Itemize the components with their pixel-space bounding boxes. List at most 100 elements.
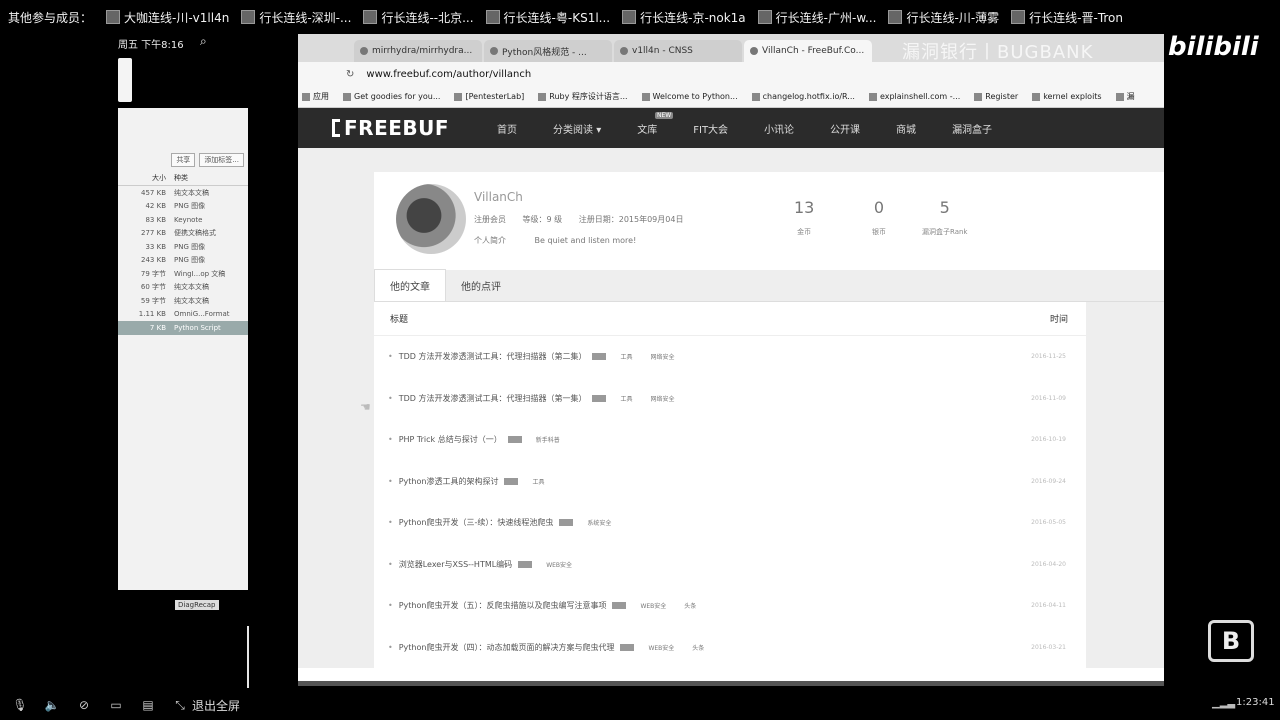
participant[interactable]: 行长连线-川-薄雾 xyxy=(888,9,999,26)
participant[interactable]: 行长连线-广州-w... xyxy=(757,9,876,26)
bookmark-item[interactable]: [PentesterLab] xyxy=(454,92,524,101)
bookmark-item[interactable]: Welcome to Python... xyxy=(641,92,738,101)
article-tag[interactable]: 网络安全 xyxy=(650,352,674,361)
bookmark-item[interactable]: 应用 xyxy=(302,91,329,102)
nav-vulbox[interactable]: 漏洞盒子 xyxy=(952,121,992,136)
tab-label: Python风格规范 - ... xyxy=(502,47,587,58)
bookmark-icon xyxy=(751,92,760,101)
file-row[interactable]: 243 KB PNG 图像 xyxy=(118,254,248,268)
nav-forum[interactable]: 小讯论 xyxy=(764,121,794,136)
article-title[interactable]: Python爬虫开发（四）：动态加载页面的解决方案与爬虫代理 xyxy=(399,642,615,653)
camera-off-icon[interactable]: ⊘ xyxy=(76,697,92,713)
participant[interactable]: 行长连线-晋-Tron xyxy=(1011,9,1123,26)
address-bar[interactable]: ↻ www.freebuf.com/author/villanch xyxy=(298,62,1164,86)
mic-off-icon[interactable]: 🎙 xyxy=(12,697,28,713)
nav-courses[interactable]: 公开课 xyxy=(830,121,860,136)
browser-tab[interactable]: v1ll4n - CNSS xyxy=(614,40,742,62)
browser-tab-active[interactable]: VillanCh - FreeBuf.Co... xyxy=(744,40,872,62)
search-icon[interactable]: ⌕ xyxy=(200,34,207,49)
tab-comments[interactable]: 他的点评 xyxy=(446,270,516,301)
file-row[interactable]: 1.11 KB OmniG...Format xyxy=(118,308,248,322)
article-tag[interactable]: WEB安全 xyxy=(640,601,666,610)
article-tag[interactable]: WEB安全 xyxy=(546,560,572,569)
bookmark-item[interactable]: Ruby 程序设计语言... xyxy=(538,91,628,102)
horizontal-scrollbar[interactable] xyxy=(298,681,1164,686)
article-tag[interactable]: 头条 xyxy=(684,601,696,610)
participant-avatar xyxy=(363,10,378,24)
nav-library[interactable]: 文库 NEW xyxy=(637,111,674,136)
bookmark-item[interactable]: Register xyxy=(974,92,1018,101)
list-item: • PHP Trick 总结与探讨（一） 新手科普 2016-10-19 xyxy=(374,419,1086,461)
browser-tab[interactable]: Python风格规范 - ... xyxy=(484,40,612,62)
article-tag[interactable]: 工具 xyxy=(532,477,544,486)
file-chip[interactable]: DiagRecap xyxy=(175,600,219,610)
file-row[interactable]: 59 字节 纯文本文稿 xyxy=(118,294,248,308)
file-row[interactable]: 33 KB PNG 图像 xyxy=(118,240,248,254)
browser-tab[interactable]: mirrhydra/mirrhydra... xyxy=(354,40,482,62)
reload-icon[interactable]: ↻ xyxy=(346,69,354,80)
add-tag-button[interactable]: 添加标签... xyxy=(199,153,244,167)
article-tag[interactable]: 工具 xyxy=(620,352,632,361)
participant[interactable]: 行长连线-粤-KS1l... xyxy=(485,9,610,26)
file-kind: 纯文本文稿 xyxy=(174,296,209,305)
file-row[interactable]: 60 字节 纯文本文稿 xyxy=(118,281,248,295)
file-row[interactable]: 83 KB Keynote xyxy=(118,213,248,227)
bugbank-logo: B xyxy=(1208,620,1254,662)
freebuf-logo[interactable]: FREEBUF xyxy=(332,116,449,140)
file-row[interactable]: 42 KB PNG 图像 xyxy=(118,200,248,214)
participant[interactable]: 行长连线-深圳-... xyxy=(241,9,351,26)
bookmark-item[interactable]: Get goodies for you... xyxy=(343,92,440,101)
file-row-selected[interactable]: 7 KB Python Script xyxy=(118,321,248,335)
participant[interactable]: 行长连线--北京... xyxy=(363,9,474,26)
participant[interactable]: 行长连线-京-nok1a xyxy=(622,9,746,26)
article-title[interactable]: Python爬虫开发（五）：反爬虫措施以及爬虫编写注意事项 xyxy=(399,600,607,611)
article-tag[interactable]: 网络安全 xyxy=(650,394,674,403)
nav-fit[interactable]: FIT大会 xyxy=(693,121,728,136)
article-title[interactable]: Python渗透工具的架构探讨 xyxy=(399,476,499,487)
page-icon xyxy=(620,47,628,55)
bookmark-label: Ruby 程序设计语言... xyxy=(549,92,628,101)
tab-label: v1ll4n - CNSS xyxy=(632,46,693,56)
file-row[interactable]: 277 KB 便携文稿格式 xyxy=(118,227,248,241)
lock-icon xyxy=(507,436,522,444)
bottom-toolbar: 🎙 🔈 ⊘ ▭ ▤ ⤡ 退出全屏 xyxy=(0,690,1280,720)
article-tag[interactable]: 系统安全 xyxy=(587,518,611,527)
lock-icon xyxy=(504,477,519,485)
tab-label: mirrhydra/mirrhydra... xyxy=(372,46,473,56)
nav-shop[interactable]: 商城 xyxy=(896,121,916,136)
article-title[interactable]: TDD 方法开发渗透测试工具：代理扫描器（第一集） xyxy=(399,393,587,404)
size-column-header[interactable]: 大小 xyxy=(122,173,166,183)
file-row[interactable]: 457 KB 纯文本文稿 xyxy=(118,186,248,200)
article-tag[interactable]: 工具 xyxy=(620,394,632,403)
avatar[interactable] xyxy=(396,184,466,254)
new-badge: NEW xyxy=(655,111,674,119)
bookmark-item[interactable]: changelog.hotfix.io/R... xyxy=(751,92,855,101)
speaker-icon[interactable]: 🔈 xyxy=(44,697,60,713)
file-kind: OmniG...Format xyxy=(174,310,230,319)
bookmark-item[interactable]: explainshell.com -... xyxy=(868,92,960,101)
article-tag[interactable]: 新手科普 xyxy=(536,435,560,444)
exit-fullscreen-button[interactable]: ⤡ 退出全屏 xyxy=(172,697,240,714)
article-tag[interactable]: WEB安全 xyxy=(648,643,674,652)
article-tag[interactable]: 头条 xyxy=(692,643,704,652)
article-title[interactable]: 浏览器Lexer与XSS--HTML编码 xyxy=(399,559,512,570)
bookmark-item[interactable]: 漏 xyxy=(1115,91,1135,102)
bookmark-label: Welcome to Python... xyxy=(652,92,738,101)
screen-share-icon[interactable]: ▭ xyxy=(108,697,124,713)
bookmark-icon xyxy=(538,92,547,101)
nav-home[interactable]: 首页 xyxy=(497,121,517,136)
participant-avatar xyxy=(622,10,637,24)
nav-categories[interactable]: 分类阅读 ▾ xyxy=(553,121,601,136)
share-button[interactable]: 共享 xyxy=(171,153,196,167)
article-title[interactable]: Python爬虫开发（三-续）：快速线程池爬虫 xyxy=(399,517,554,528)
file-icon[interactable]: ▤ xyxy=(140,697,156,713)
participant[interactable]: 大咖连线-川-v1ll4n xyxy=(106,9,229,26)
article-title[interactable]: PHP Trick 总结与探讨（一） xyxy=(399,434,502,445)
participant-name: 行长连线--北京... xyxy=(381,10,474,25)
bookmark-item[interactable]: kernel exploits xyxy=(1032,92,1102,101)
tab-articles[interactable]: 他的文章 xyxy=(374,269,446,301)
file-row[interactable]: 79 字节 WingI...op 文稿 xyxy=(118,267,248,281)
article-title[interactable]: TDD 方法开发渗透测试工具：代理扫描器（第二集） xyxy=(399,351,587,362)
page-content: VillanCh 注册会员 等级：9 级 注册日期：2015年09月04日 个人… xyxy=(298,148,1164,668)
kind-column-header[interactable]: 种类 xyxy=(174,173,244,183)
